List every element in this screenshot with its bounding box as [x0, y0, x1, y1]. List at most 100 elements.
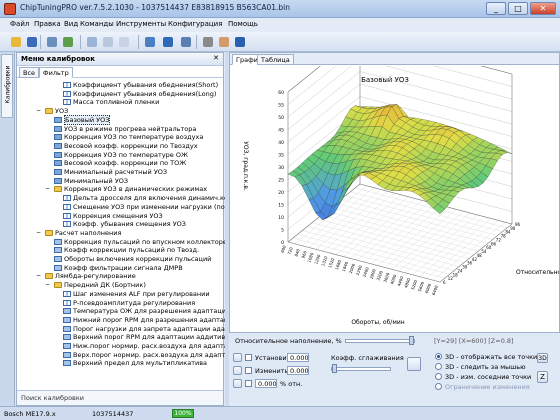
tree-folder[interactable]: − Расчет наполнения	[36, 229, 121, 237]
tree-item[interactable]: Шаг изменения ALF при регулировании	[63, 290, 210, 298]
tree-item[interactable]: Дельта дросселя для включения динамич.ко…	[63, 194, 231, 202]
3d-toggle-button[interactable]: 3D	[537, 353, 548, 363]
apply-percent-icon[interactable]	[233, 379, 242, 388]
tree-item[interactable]: Коэфф. убывания смещения УОЗ	[63, 220, 186, 228]
tree-item[interactable]: Р-псевдоамплитуда регулирования	[63, 299, 195, 307]
save-icon[interactable]	[24, 34, 40, 50]
tree-item[interactable]: Коэффициент убывания обеднения(Short)	[63, 81, 218, 89]
tree-folder[interactable]: − УОЗ	[36, 107, 68, 115]
tab-table[interactable]: Таблица	[257, 54, 294, 65]
open-folder-icon[interactable]	[8, 34, 24, 50]
smooth-apply-button[interactable]	[407, 357, 421, 371]
change-by-checkbox[interactable]	[245, 367, 252, 374]
tree-item[interactable]: Нижний порог RPM для разрешения адаптаци…	[63, 316, 231, 324]
tools-icon[interactable]	[200, 34, 216, 50]
minimize-button[interactable]: _	[486, 2, 506, 15]
option-radio[interactable]	[435, 373, 442, 380]
tree-expander-icon[interactable]: −	[36, 272, 41, 280]
z-tick-label: 40	[278, 140, 284, 146]
tree-item[interactable]: Минимальный УОЗ	[54, 177, 128, 185]
smoothing-slider[interactable]	[331, 367, 391, 371]
tree-item[interactable]: Коррекция УОЗ по температуре воздуха	[54, 133, 203, 141]
menu-file[interactable]: Файл	[10, 20, 29, 28]
navigate-icon[interactable]	[160, 34, 176, 50]
chart-icon	[54, 238, 62, 245]
menu-configuration[interactable]: Конфигурация	[168, 20, 222, 28]
tree-item[interactable]: Смещение УОЗ при изменении нагрузки (по.…	[63, 203, 231, 211]
menu-tools[interactable]: Инструменты	[116, 20, 166, 28]
floor-gridline	[331, 207, 484, 248]
tree-item[interactable]: Порог нагрузки для запрета адаптации ада…	[63, 325, 231, 333]
tree-folder[interactable]: − Передний ДК (Бортник)	[45, 281, 146, 289]
calibration-search[interactable]: Поиск калибровки	[17, 390, 223, 405]
undo-icon[interactable]	[116, 34, 132, 50]
option-radio[interactable]	[435, 383, 442, 390]
side-tab-strip: Калибровки	[0, 52, 15, 406]
relative-fill-slider-thumb[interactable]	[409, 336, 414, 345]
percent-input[interactable]: 0.000	[255, 379, 277, 388]
tree-folder[interactable]: − Лямбда-регулирование	[36, 272, 136, 280]
tree-item[interactable]: Температура ОЖ для разрешения адаптации …	[63, 307, 231, 315]
surface-chart[interactable]: Базовый УОЗ051015202530354045505560600 72…	[230, 66, 559, 332]
tree-item[interactable]: Весовой коэфф. коррекции по Твоздух	[54, 142, 198, 150]
tree-item[interactable]: УОЗ в режиме прогрева нейтральтора	[54, 125, 196, 133]
menu-help[interactable]: Помощь	[228, 20, 258, 28]
tree-item[interactable]: Коррекция смещения УОЗ	[63, 212, 163, 220]
zoom-button[interactable]: Z	[537, 371, 548, 383]
tree-folder[interactable]: − Коррекция УОЗ в динамических режимах	[45, 185, 207, 193]
tree-item[interactable]: Коэффициент убывания обеднения(Long)	[63, 90, 216, 98]
tree-item[interactable]: Верх.порог нормир. расх.воздуха для адап…	[63, 351, 231, 359]
relative-fill-slider[interactable]	[345, 339, 415, 343]
apply-change-icon[interactable]	[233, 366, 242, 375]
tree-expander-icon[interactable]: −	[45, 185, 50, 193]
tree-item-label: Весовой коэфф. коррекции по ТОЖ	[64, 159, 187, 168]
tree-item[interactable]: Коррекция пульсаций по впускном коллекто…	[54, 238, 227, 246]
line-icon	[63, 203, 71, 210]
tree-item[interactable]: Весовой коэфф. коррекции по ТОЖ	[54, 159, 186, 167]
paste-icon[interactable]	[100, 34, 116, 50]
tree-item[interactable]: Минимальный расчетный УОЗ	[54, 168, 167, 176]
tree-item[interactable]: Коррекция УОЗ по температуре ОЖ	[54, 151, 188, 159]
tree-item-label: Порог нагрузки для запрета адаптации ада…	[73, 324, 231, 333]
panel-close-icon[interactable]: ✕	[213, 54, 219, 62]
tree-item[interactable]: Верхний предел для мультипликатива	[63, 359, 207, 367]
hand-icon[interactable]	[216, 34, 232, 50]
tab-all[interactable]: Все	[19, 67, 40, 78]
tree-item-label: Коэфф коррекции пульсаций по Твозд.	[64, 246, 200, 255]
tab-filter[interactable]: Фильтр	[39, 67, 73, 78]
maximize-button[interactable]: □	[508, 2, 528, 15]
tree-item[interactable]: Верхний порог RPM для адаптации аддитив	[63, 333, 225, 341]
grid-icon	[54, 125, 62, 132]
menu-view[interactable]: Вид	[64, 20, 78, 28]
tree-item[interactable]: Базовый УОЗ	[54, 114, 111, 125]
tree-item-label: Обороты включения коррекции пульсаций	[64, 255, 212, 263]
tree-item[interactable]: Ниж.порог нормир. расх.воздуха для адапт…	[63, 342, 231, 350]
smoothing-slider-thumb[interactable]	[332, 364, 337, 373]
change-by-input[interactable]: 0.000	[287, 366, 309, 375]
apply-set-icon[interactable]	[233, 353, 242, 362]
set-to-checkbox[interactable]	[245, 354, 252, 361]
tree-expander-icon[interactable]: −	[36, 229, 41, 237]
copy-icon[interactable]	[84, 34, 100, 50]
compare-icon[interactable]	[142, 34, 158, 50]
help-icon[interactable]	[232, 34, 248, 50]
search-icon[interactable]	[178, 34, 194, 50]
tree-item[interactable]: Коэфф коррекции пульсаций по Твозд.	[54, 246, 199, 254]
print-icon[interactable]	[44, 34, 60, 50]
folder-icon	[54, 282, 62, 289]
option-radio[interactable]	[435, 353, 442, 360]
menu-commands[interactable]: Команды	[80, 20, 114, 28]
option-radio[interactable]	[435, 363, 442, 370]
tree-item[interactable]: Масса топливной пленки	[63, 98, 159, 106]
tree-expander-icon[interactable]: −	[36, 107, 41, 115]
close-button[interactable]: ✕	[530, 2, 556, 15]
tree-item[interactable]: Обороты включения коррекции пульсаций	[54, 255, 211, 263]
set-to-input[interactable]: 0.000	[287, 353, 309, 362]
tree-item[interactable]: Коэфф фильтрации сигнала ДМРВ	[54, 264, 183, 272]
tab-calibrations[interactable]: Калибровки	[1, 54, 13, 118]
checksum-icon[interactable]	[60, 34, 76, 50]
percent-checkbox[interactable]	[245, 380, 252, 387]
tree-item-label: Дельта дросселя для включения динамич.ко…	[73, 194, 231, 203]
tree-expander-icon[interactable]: −	[45, 281, 50, 289]
menu-edit[interactable]: Правка	[34, 20, 61, 28]
